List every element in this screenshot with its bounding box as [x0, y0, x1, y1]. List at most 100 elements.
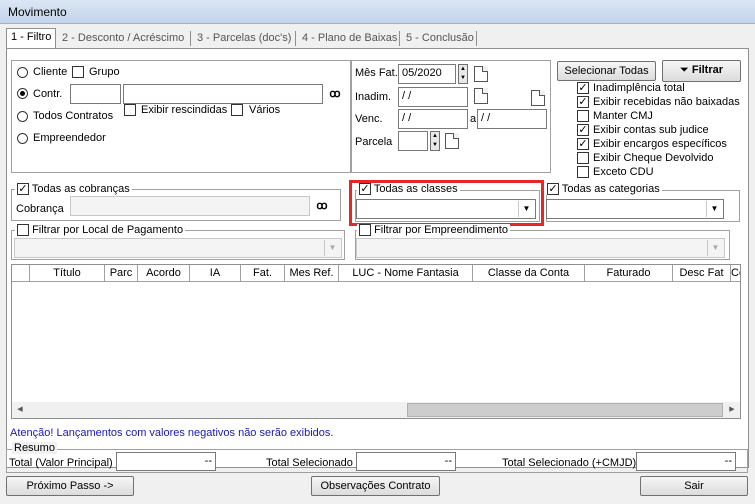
option-exceto-cdu-checkbox[interactable]: [577, 166, 589, 178]
highlight-rectangle: [349, 180, 544, 226]
exibir-rescindidas-label: Exibir rescindidas: [141, 104, 228, 116]
option-exibir-recebidas-checkbox[interactable]: ✓: [577, 96, 589, 108]
grid-col-faturado[interactable]: Faturado: [585, 265, 673, 282]
chevron-down-icon[interactable]: ▼: [707, 240, 723, 256]
empreendimento-header: Filtrar por Empreendimento: [357, 224, 510, 237]
total-principal-value: --: [116, 452, 216, 471]
total-principal-label: Total (Valor Principal): [9, 457, 113, 469]
local-pagamento-dropdown[interactable]: ▼: [14, 238, 342, 258]
varios-label: Vários: [249, 104, 281, 116]
mes-fat-label: Mês Fat.: [355, 67, 398, 79]
cobranca-input[interactable]: [70, 196, 310, 216]
grid-col-classe-da-conta[interactable]: Classe da Conta: [473, 265, 585, 282]
contr-name-input[interactable]: [123, 84, 323, 104]
todos-contratos-radio[interactable]: [17, 111, 28, 122]
resumo-title: Resumo: [12, 442, 57, 454]
empreendedor-radio[interactable]: [17, 133, 28, 144]
todas-categorias-header: ✓ Todas as categorias: [545, 183, 662, 196]
total-selecionado-label: Total Selecionado: [266, 457, 353, 469]
exibir-rescindidas-checkbox[interactable]: [124, 104, 136, 116]
contr-code-input[interactable]: [70, 84, 121, 104]
categorias-dropdown[interactable]: ▼: [546, 199, 724, 219]
parcela-label: Parcela: [355, 136, 393, 148]
option-exceto-cdu-label: Exceto CDU: [593, 166, 654, 178]
inadim-label: Inadim.: [355, 91, 392, 103]
cobranca-search-binoculars-icon[interactable]: ꝏ: [314, 199, 330, 213]
option-sub-judice-checkbox[interactable]: ✓: [577, 124, 589, 136]
sair-button[interactable]: Sair: [640, 476, 748, 496]
grid-horizontal-scrollbar[interactable]: ◀ ▶: [12, 402, 740, 418]
cliente-radio[interactable]: [17, 67, 28, 78]
grid-col-desc-fat[interactable]: Desc Fat: [673, 265, 731, 282]
contr-search-binoculars-icon[interactable]: ꝏ: [327, 87, 343, 101]
option-encargos-especificos-checkbox[interactable]: ✓: [577, 138, 589, 150]
proximo-passo-button[interactable]: Próximo Passo ->: [6, 476, 134, 496]
option-inadimplencia-total-checkbox[interactable]: ✓: [577, 82, 589, 94]
tab-plano-de-baixas[interactable]: 4 - Plano de Baixas: [298, 30, 401, 47]
total-selecionado-value: --: [356, 452, 456, 471]
option-inadimplencia-total-label: Inadimplência total: [593, 82, 685, 94]
grid-col-ia[interactable]: IA: [190, 265, 241, 282]
total-selecionado-cmjd-label: Total Selecionado (+CMJD): [502, 457, 637, 469]
tab-filtro[interactable]: 1 - Filtro: [6, 28, 57, 48]
todas-cobrancas-label: Todas as cobranças: [31, 183, 130, 195]
scroll-left-arrow-icon[interactable]: ◀: [12, 402, 28, 418]
todas-cobrancas-checkbox[interactable]: ✓: [17, 183, 29, 196]
tab-separator: [190, 31, 191, 46]
venc-from-input[interactable]: / /: [398, 109, 468, 129]
contr-radio[interactable]: [17, 88, 28, 99]
parcela-spinner[interactable]: ▲ ▼: [430, 131, 440, 151]
empreendimento-label: Filtrar por Empreendimento: [374, 224, 508, 236]
scroll-right-arrow-icon[interactable]: ▶: [724, 402, 740, 418]
tab-separator: [295, 31, 296, 46]
grid-col-fat[interactable]: Fat.: [241, 265, 285, 282]
grid-col-parc[interactable]: Parc: [105, 265, 138, 282]
tab-parcelas[interactable]: 3 - Parcelas (doc's): [193, 30, 295, 47]
tab-desconto-acrescimo[interactable]: 2 - Desconto / Acréscimo: [58, 30, 188, 47]
grid-col-mes-ref[interactable]: Mes Ref.: [285, 265, 339, 282]
chevron-down-icon[interactable]: ▼: [324, 240, 340, 256]
venc-label: Venc.: [355, 113, 383, 125]
inadim-input[interactable]: / /: [398, 87, 468, 107]
todas-categorias-checkbox[interactable]: ✓: [547, 183, 559, 196]
cliente-label: Cliente: [33, 66, 68, 78]
grid-col-titulo[interactable]: Título: [30, 265, 105, 282]
option-cheque-devolvido-label: Exibir Cheque Devolvido: [593, 152, 714, 164]
local-pagamento-header: Filtrar por Local de Pagamento: [15, 224, 186, 237]
grid-col-acordo[interactable]: Acordo: [138, 265, 190, 282]
mes-fat-document-icon[interactable]: [474, 66, 488, 82]
grid-col-luc-nome-fantasia[interactable]: LUC - Nome Fantasia: [339, 265, 473, 282]
mes-fat-input[interactable]: 05/2020: [398, 64, 456, 84]
todos-contratos-label: Todos Contratos: [33, 110, 114, 122]
option-manter-cmj-label: Manter CMJ: [593, 110, 653, 122]
mes-fat-spinner[interactable]: ▲ ▼: [458, 64, 468, 84]
tab-separator: [399, 31, 400, 46]
grid-col-co[interactable]: Co: [731, 265, 740, 282]
venc-separator-label: a: [470, 113, 477, 125]
empreendimento-checkbox[interactable]: [359, 224, 371, 237]
empreendimento-dropdown[interactable]: ▼: [356, 238, 725, 258]
option-sub-judice-label: Exibir contas sub judice: [593, 124, 709, 136]
parcela-document-icon[interactable]: [445, 133, 459, 149]
scrollbar-thumb[interactable]: [407, 403, 723, 417]
grupo-checkbox[interactable]: [72, 66, 84, 78]
total-selecionado-cmjd-value: --: [636, 452, 736, 471]
varios-checkbox[interactable]: [231, 104, 243, 116]
tab-separator: [476, 31, 477, 46]
filtrar-button[interactable]: ⏷ Filtrar: [662, 60, 741, 82]
chevron-down-icon[interactable]: ▼: [706, 201, 722, 217]
inadim-calendar-icon[interactable]: [474, 88, 488, 104]
todas-categorias-label: Todas as categorias: [561, 183, 660, 195]
results-grid[interactable]: [11, 264, 741, 419]
observacoes-contrato-button[interactable]: Observações Contrato: [311, 476, 440, 496]
local-pagamento-checkbox[interactable]: [17, 224, 29, 237]
selecionar-todas-button[interactable]: Selecionar Todas: [557, 61, 656, 81]
option-cheque-devolvido-checkbox[interactable]: [577, 152, 589, 164]
option-manter-cmj-checkbox[interactable]: [577, 110, 589, 122]
tab-conclusao[interactable]: 5 - Conclusão: [402, 30, 478, 47]
contr-label: Contr.: [33, 88, 63, 100]
window-titlebar: Movimento: [0, 0, 755, 24]
venc-to-input[interactable]: / /: [477, 109, 547, 129]
parcela-input[interactable]: [398, 131, 428, 151]
inadim-extra-document-icon[interactable]: [531, 90, 545, 106]
